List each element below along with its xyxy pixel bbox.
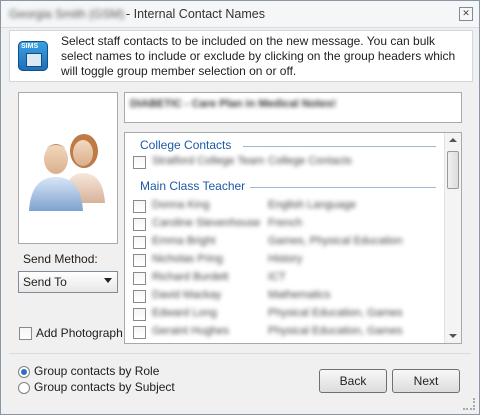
contact-name: David Mackay (152, 289, 222, 301)
contact-card-icon (26, 53, 42, 67)
group-by-role-radio[interactable] (18, 365, 30, 378)
scroll-up-icon[interactable] (449, 138, 457, 142)
contact-checkbox[interactable] (133, 290, 146, 303)
group-divider (243, 146, 436, 147)
info-panel: SIMS Select staff contacts to be include… (9, 30, 473, 82)
group-by-subject-radio[interactable] (18, 381, 30, 394)
send-method-value: Send To (23, 275, 67, 289)
contact-subject: Physical Education, Games (268, 325, 403, 337)
contact-subject: English Language (268, 199, 357, 211)
contact-checkbox[interactable] (133, 254, 146, 267)
contact-row[interactable]: Donna King English Language (133, 198, 443, 214)
instructions-text: Select staff contacts to be included on … (61, 34, 456, 78)
dropdown-arrow-icon (104, 278, 112, 283)
group-by-subject-label: Group contacts by Subject (34, 380, 175, 394)
send-method-label: Send Method: (23, 252, 98, 266)
send-method-select[interactable]: Send To (18, 271, 118, 293)
contact-row[interactable]: Caroline Stevenhouse French (133, 216, 443, 232)
contact-checkbox[interactable] (133, 236, 146, 249)
group-header-main-class-teacher[interactable]: Main Class Teacher (140, 179, 245, 195)
contact-list-scrollbar[interactable] (444, 133, 461, 343)
contact-checkbox[interactable] (133, 156, 146, 169)
internal-contacts-dialog: Georgia Smith (GSM) - Internal Contact N… (0, 0, 480, 415)
message-subject-field: DIABETIC - Care Plan in Medical Notes! (124, 92, 462, 123)
contact-checkbox[interactable] (133, 200, 146, 213)
contact-subject: History (268, 253, 303, 265)
contact-checkbox[interactable] (133, 218, 146, 231)
sims-app-icon: SIMS (18, 41, 48, 71)
contact-row[interactable]: Emma Bright Games, Physical Education (133, 234, 443, 250)
contact-name: Richard Burdett (152, 271, 229, 283)
group-header-college-contacts[interactable]: College Contacts (140, 138, 231, 154)
contact-subject: French (268, 217, 303, 229)
group-by-subject-option[interactable]: Group contacts by Subject (18, 380, 175, 394)
message-subject-text: DIABETIC - Care Plan in Medical Notes! (130, 98, 336, 110)
contact-row[interactable]: David Mackay Mathematics (133, 288, 443, 304)
contact-row[interactable]: Stratford College Team College Contacts (133, 154, 443, 170)
contact-checkbox[interactable] (133, 326, 146, 339)
scroll-down-icon[interactable] (449, 334, 457, 338)
contact-checkbox[interactable] (133, 272, 146, 285)
close-icon: ✕ (462, 8, 470, 18)
contact-name: Stratford College Team (152, 155, 265, 167)
contact-row[interactable]: Richard Burdett ICT (133, 270, 443, 286)
contact-name: Donna King (152, 199, 210, 211)
scroll-thumb[interactable] (447, 151, 459, 189)
title-user: Georgia Smith (GSM) (9, 7, 125, 21)
title-bar: Georgia Smith (GSM) - Internal Contact N… (1, 1, 479, 28)
contact-name: Edward Long (152, 307, 217, 319)
add-photograph-option[interactable]: Add Photograph (19, 326, 123, 341)
back-button[interactable]: Back (319, 369, 387, 393)
contact-name: Emma Bright (152, 235, 216, 247)
contact-row[interactable]: Nicholas Pring History (133, 252, 443, 268)
people-icon (29, 134, 105, 211)
window-title: - Internal Contact Names (126, 7, 265, 21)
app-logo-text: SIMS (21, 43, 39, 50)
contact-row[interactable]: Geraint Hughes Physical Education, Games (133, 324, 443, 340)
resize-grip-icon[interactable] (463, 398, 475, 410)
group-by-role-option[interactable]: Group contacts by Role (18, 364, 159, 378)
contacts-photo (18, 92, 118, 244)
contact-subject: ICT (268, 271, 286, 283)
contact-name: Caroline Stevenhouse (152, 217, 261, 229)
contact-subject: Games, Physical Education (268, 235, 403, 247)
contact-subject: College Contacts (268, 155, 352, 167)
contact-row[interactable]: Edward Long Physical Education, Games (133, 306, 443, 322)
add-photograph-label: Add Photograph (36, 326, 123, 340)
add-photograph-checkbox[interactable] (19, 327, 32, 341)
contact-list: College Contacts Stratford College Team … (124, 132, 462, 344)
contact-name: Nicholas Pring (152, 253, 223, 265)
contact-name: Geraint Hughes (152, 325, 230, 337)
group-by-role-label: Group contacts by Role (34, 364, 160, 378)
close-button[interactable]: ✕ (459, 7, 473, 21)
group-divider (250, 187, 436, 188)
next-button[interactable]: Next (392, 369, 460, 393)
contact-subject: Mathematics (268, 289, 331, 301)
contact-subject: Physical Education, Games (268, 307, 403, 319)
contact-checkbox[interactable] (133, 308, 146, 321)
